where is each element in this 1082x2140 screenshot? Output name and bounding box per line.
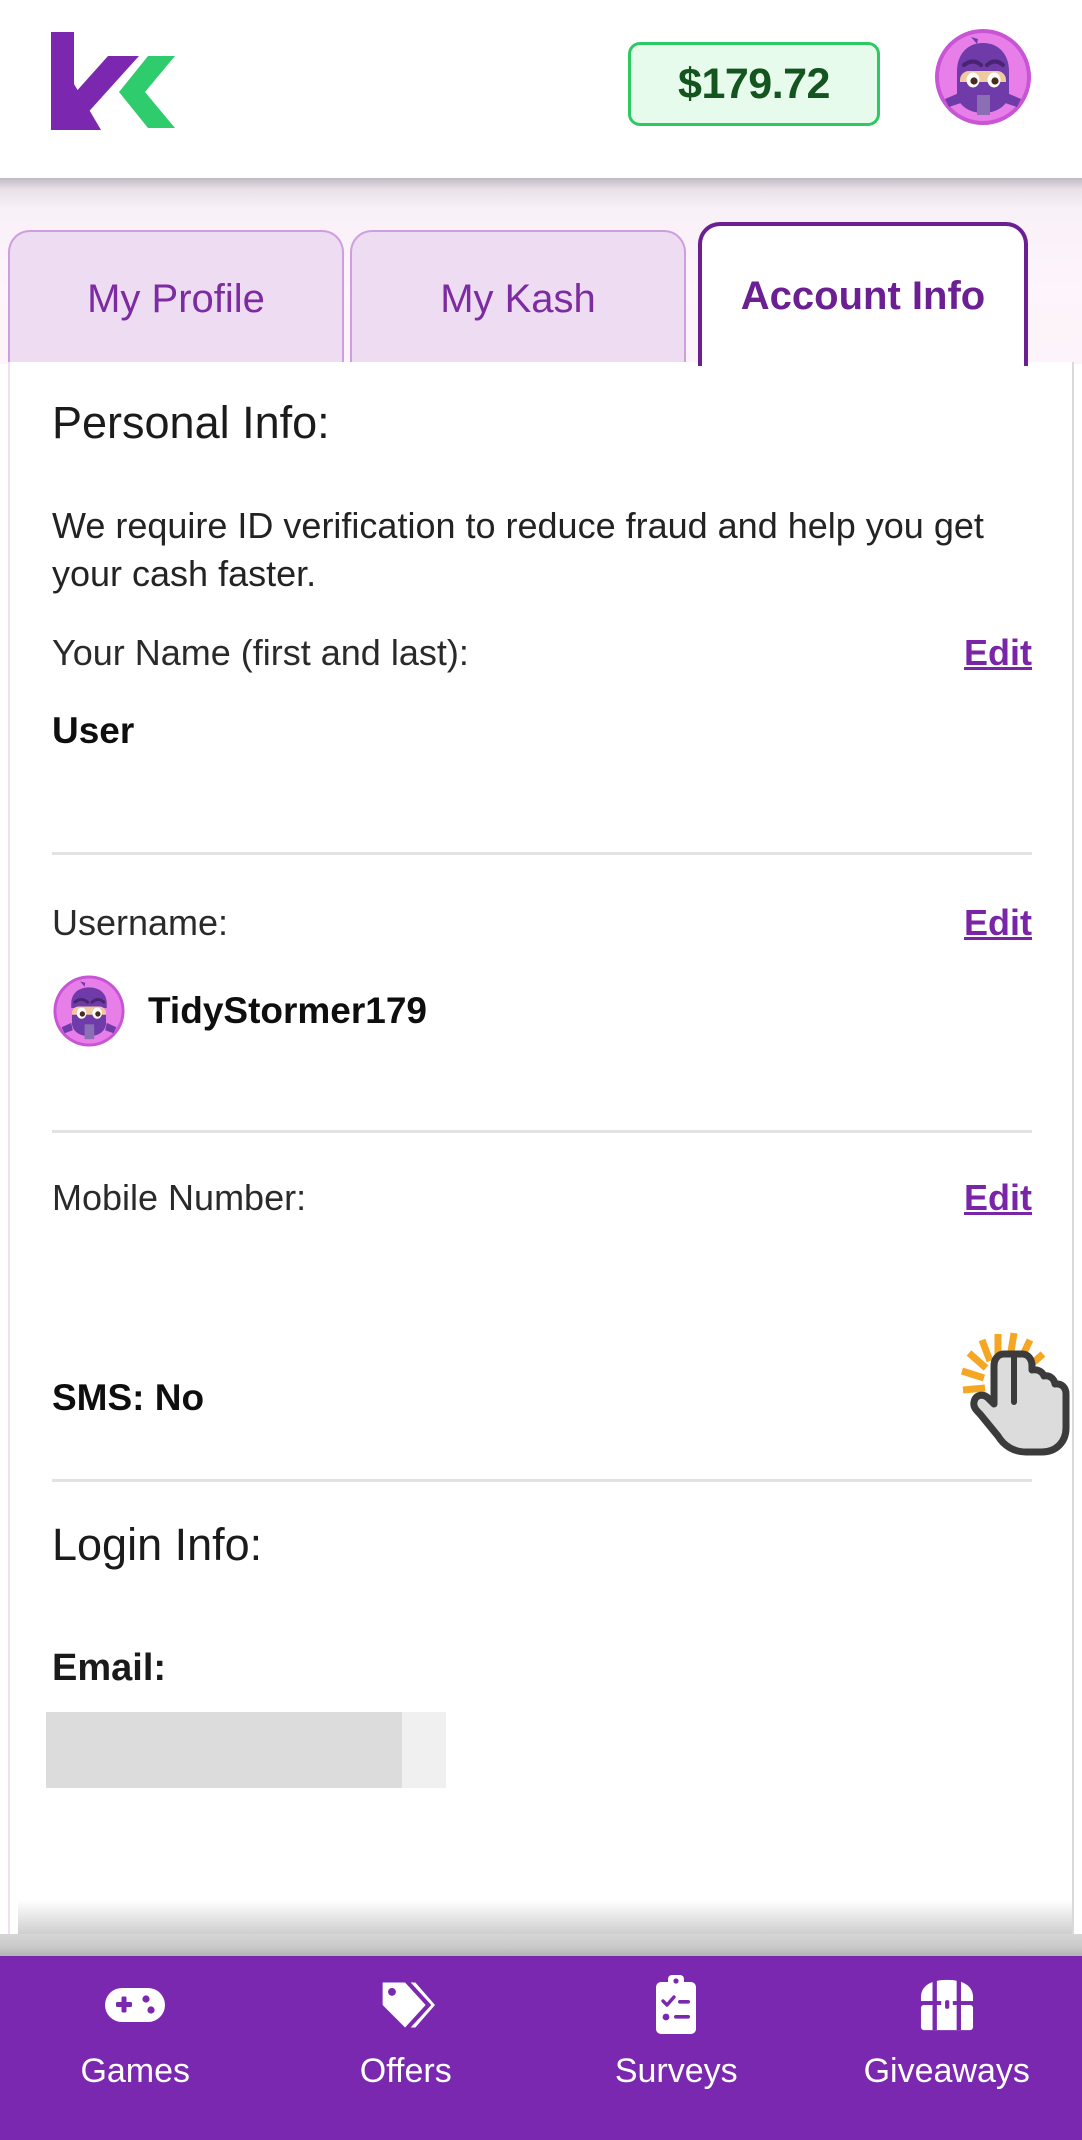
skeleton-block-secondary [402, 1712, 446, 1788]
nav-item-games[interactable]: Games [20, 1974, 250, 2091]
edit-name-link[interactable]: Edit [964, 632, 1032, 674]
username-field-row: Username: Edit [52, 902, 1032, 944]
divider [52, 1479, 1032, 1482]
username-label: Username: [52, 902, 229, 943]
personal-info-heading: Personal Info: [52, 397, 330, 448]
nav-top-separator [0, 1934, 1082, 1956]
panel-bottom-fade [18, 1900, 1072, 1934]
username-avatar-icon [52, 974, 126, 1048]
mobile-number-label: Mobile Number: [52, 1177, 307, 1218]
id-verification-description: We require ID verification to reduce fra… [52, 505, 984, 594]
name-value: User [52, 710, 135, 751]
username-value: TidyStormer179 [148, 990, 427, 1031]
skeleton-block-primary [46, 1712, 402, 1788]
app-header: $179.72 [0, 0, 1082, 178]
balance-badge[interactable]: $179.72 [628, 42, 880, 126]
nav-item-giveaways[interactable]: Giveaways [832, 1974, 1062, 2091]
treasure-chest-icon [917, 1974, 977, 2036]
nav-label-offers: Offers [359, 2052, 452, 2090]
nav-label-games: Games [80, 2052, 191, 2090]
name-label: Your Name (first and last): [52, 632, 469, 673]
nav-item-offers[interactable]: Offers [291, 1974, 521, 2091]
tag-icon [377, 1974, 435, 2036]
edit-mobile-link[interactable]: Edit [964, 1177, 1032, 1219]
nav-item-surveys[interactable]: Surveys [561, 1974, 791, 2091]
divider [52, 852, 1032, 855]
nav-label-surveys: Surveys [614, 2052, 738, 2090]
tab-my-profile[interactable]: My Profile [8, 230, 344, 366]
name-field-row: Your Name (first and last): Edit [52, 632, 1032, 674]
email-label: Email: [52, 1647, 167, 1689]
login-info-heading: Login Info: [52, 1519, 263, 1570]
mobile-field-row: Mobile Number: Edit [52, 1177, 1032, 1219]
app-screen: $179.72 My Profile My Kash Account Info … [0, 0, 1082, 2140]
tab-bar: My Profile My Kash Account Info [8, 222, 1082, 366]
avatar[interactable] [933, 27, 1033, 127]
tab-my-kash[interactable]: My Kash [350, 230, 686, 366]
gamepad-icon [103, 1974, 167, 2036]
edit-username-link[interactable]: Edit [964, 902, 1032, 944]
email-skeleton-placeholder [46, 1712, 446, 1788]
account-info-panel: Personal Info: We require ID verificatio… [8, 362, 1074, 1934]
tab-account-info[interactable]: Account Info [698, 222, 1028, 366]
divider [52, 1130, 1032, 1133]
sms-status-value: SMS: No [52, 1377, 205, 1418]
username-value-row: TidyStormer179 [52, 974, 427, 1048]
bottom-navigation: Games Offers Surveys Giveaways [0, 1956, 1082, 2140]
nav-label-giveaways: Giveaways [863, 2052, 1030, 2090]
kashkick-logo[interactable] [47, 32, 177, 130]
clipboard-checklist-icon [652, 1974, 700, 2036]
